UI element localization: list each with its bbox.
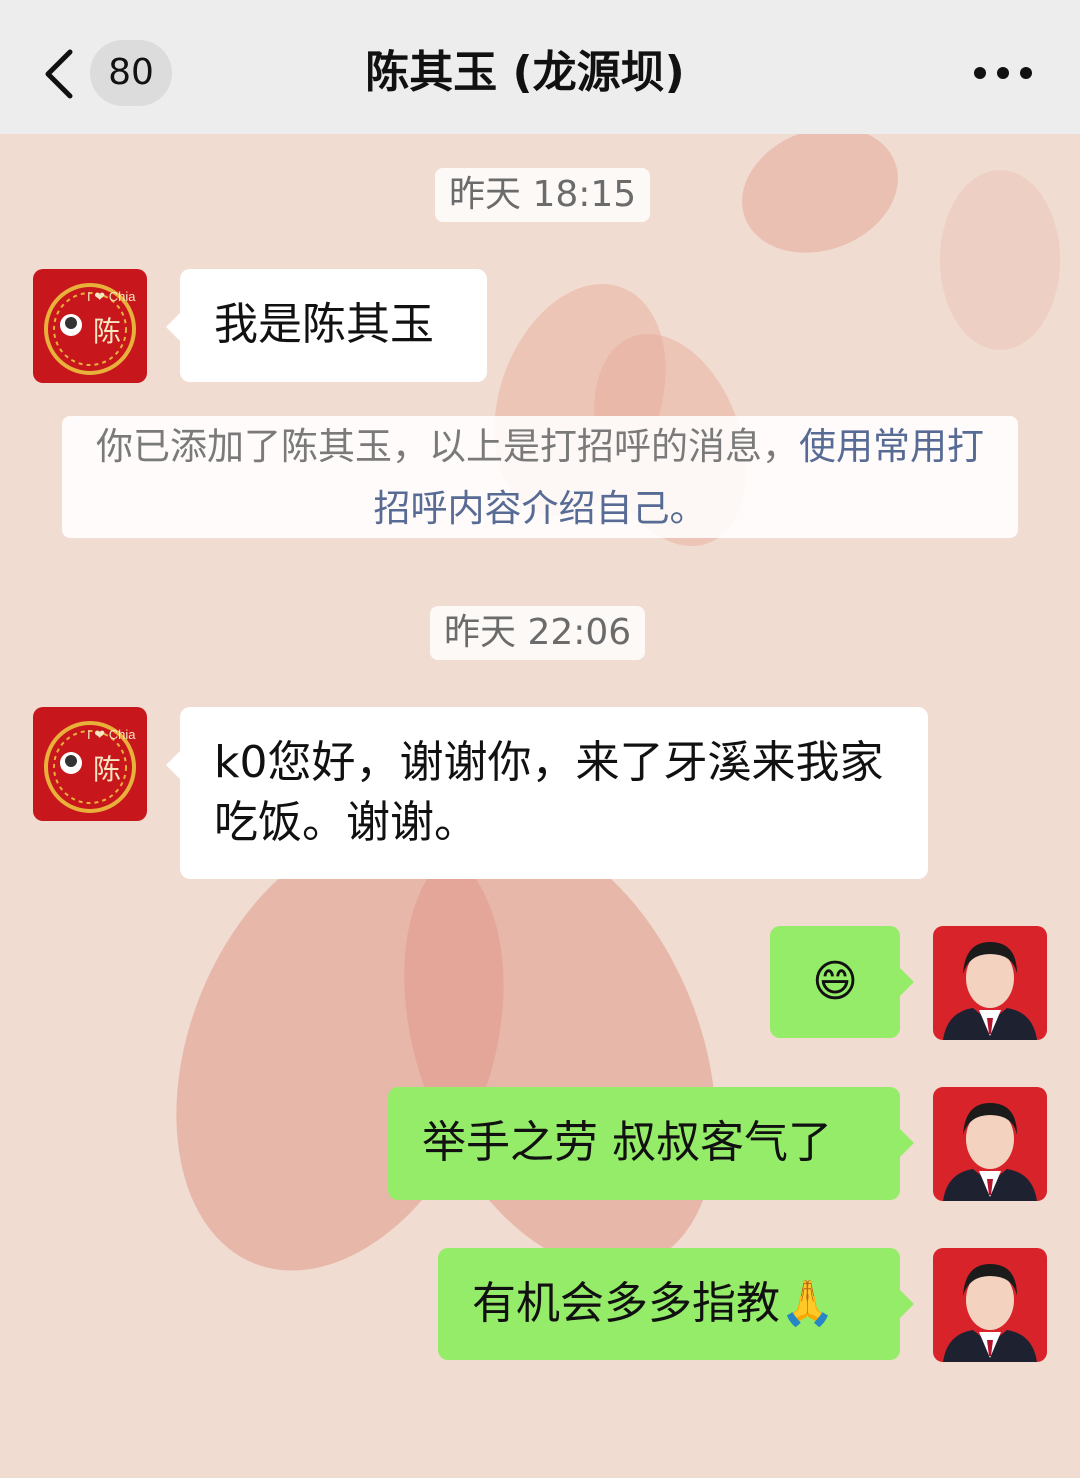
system-notice: 你已添加了陈其玉，以上是打招呼的消息，使用常用打招呼内容介绍自己。 xyxy=(62,416,1018,538)
contact-avatar-image: I ❤ Chia 陈 xyxy=(33,269,147,383)
system-notice-text: 你已添加了陈其玉，以上是打招呼的消息， xyxy=(96,425,799,468)
chat-title: 陈其玉 (龙源坝) xyxy=(365,47,685,98)
contact-avatar[interactable]: I ❤ Chia 陈 xyxy=(33,707,147,821)
chat-header: 80 陈其玉 (龙源坝) xyxy=(0,0,1080,134)
grin-emoji-icon: 😄 xyxy=(812,956,858,1007)
message-text: 举手之劳 叔叔客气了 xyxy=(422,1117,832,1168)
my-avatar[interactable] xyxy=(933,1248,1047,1362)
my-avatar-image xyxy=(933,926,1047,1040)
unread-count-badge[interactable]: 80 xyxy=(90,40,172,106)
my-avatar[interactable] xyxy=(933,926,1047,1040)
incoming-message-bubble[interactable]: 我是陈其玉 xyxy=(166,269,487,382)
chevron-left-icon[interactable] xyxy=(40,46,80,102)
my-avatar-image xyxy=(933,1087,1047,1201)
avatar-badge-text: I ❤ Chia xyxy=(87,289,136,304)
outgoing-message-bubble[interactable]: 有机会多多指教🙏 xyxy=(438,1248,914,1360)
contact-avatar-image: I ❤ Chia 陈 xyxy=(33,707,147,821)
timestamp: 昨天 22:06 xyxy=(430,606,646,660)
message-text: 我是陈其玉 xyxy=(214,299,434,350)
incoming-message-bubble[interactable]: k0您好，谢谢你，来了牙溪来我家吃饭。谢谢。 xyxy=(166,707,928,879)
praying-hands-emoji-icon: 🙏 xyxy=(780,1278,835,1329)
my-avatar-image xyxy=(933,1248,1047,1362)
avatar-badge-char: 陈 xyxy=(93,315,121,348)
more-dots-icon[interactable] xyxy=(968,56,1038,90)
timestamp: 昨天 18:15 xyxy=(435,168,651,222)
outgoing-message-bubble[interactable]: 举手之劳 叔叔客气了 xyxy=(388,1087,914,1200)
message-text: k0您好，谢谢你，来了牙溪来我家吃饭。谢谢。 xyxy=(214,737,884,848)
message-text: 有机会多多指教 xyxy=(472,1278,780,1329)
avatar-badge-char: 陈 xyxy=(93,753,121,786)
my-avatar[interactable] xyxy=(933,1087,1047,1201)
contact-avatar[interactable]: I ❤ Chia 陈 xyxy=(33,269,147,383)
avatar-badge-text: I ❤ Chia xyxy=(87,727,136,742)
outgoing-message-bubble[interactable]: 😄 xyxy=(770,926,914,1038)
